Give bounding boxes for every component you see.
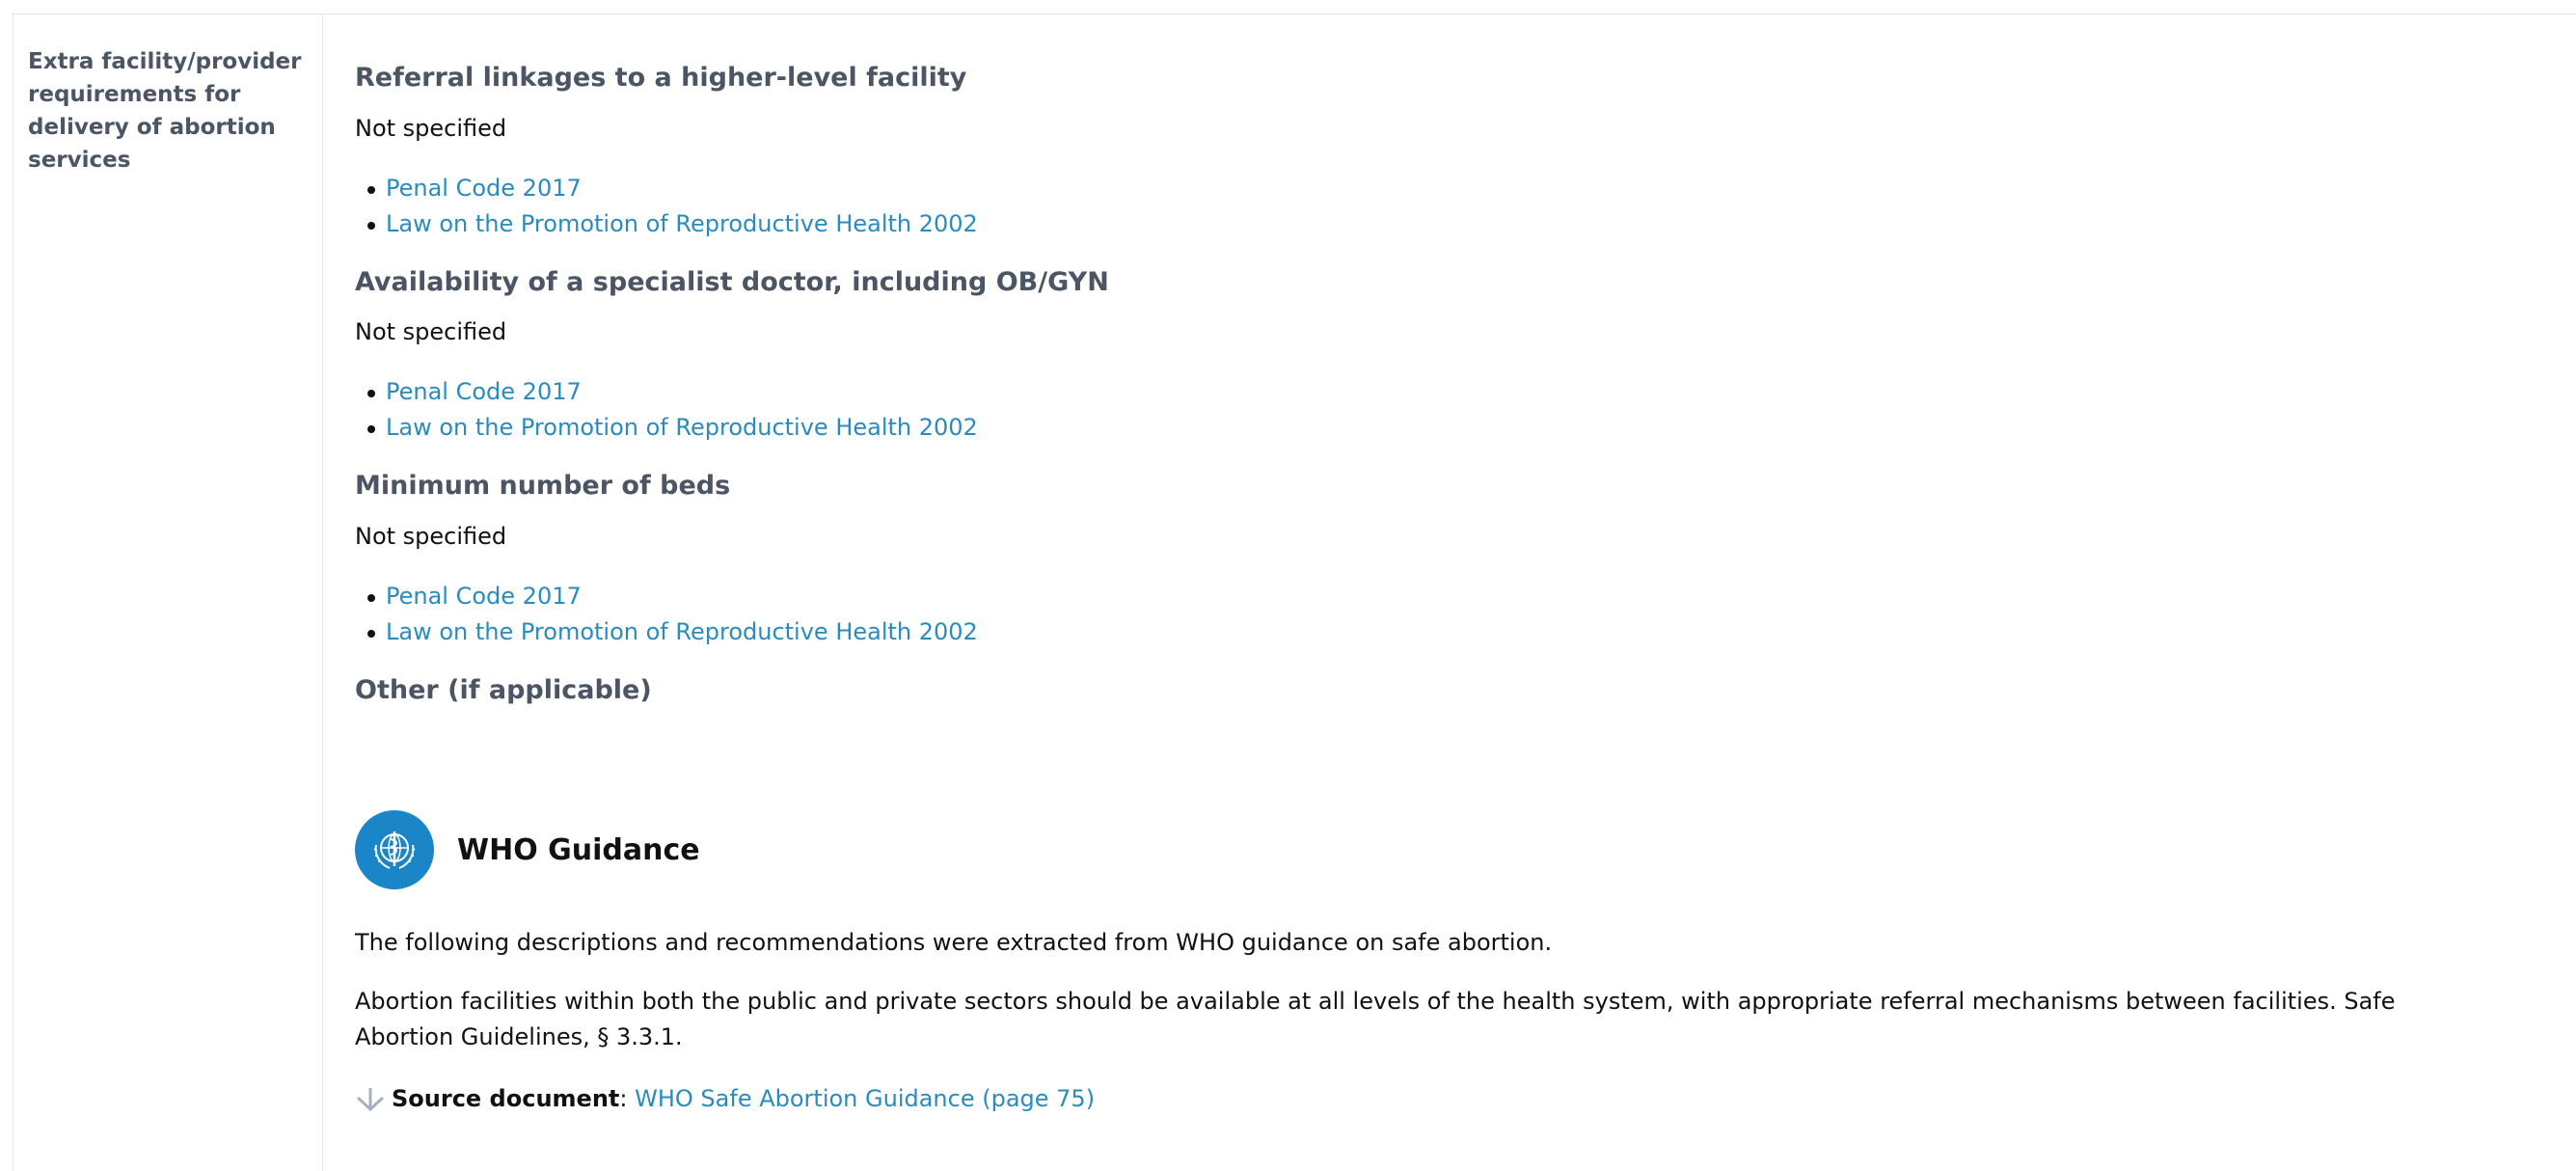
arrow-down-icon [356,1088,385,1111]
who-body-text: Abortion facilities within both the publ… [355,988,2396,1050]
reference-link[interactable]: Law on the Promotion of Reproductive Hea… [386,210,978,237]
reference-link[interactable]: Penal Code 2017 [386,378,582,405]
section-heading-beds: Minimum number of beds [355,471,731,501]
who-logo-icon [355,810,434,889]
list-item: Penal Code 2017 [367,374,978,410]
section-heading-specialist: Availability of a specialist doctor, inc… [355,267,1109,297]
section-value: Not specified [355,115,507,142]
list-item: Law on the Promotion of Reproductive Hea… [367,206,978,242]
reference-link[interactable]: Law on the Promotion of Reproductive Hea… [386,618,978,645]
section-heading-other: Other (if applicable) [355,675,652,705]
reference-list: Penal Code 2017 Law on the Promotion of … [355,374,978,446]
who-intro-text: The following descriptions and recommend… [355,929,1553,956]
list-item: Penal Code 2017 [367,579,978,614]
reference-link[interactable]: Penal Code 2017 [386,175,582,202]
source-document-label: Source document [392,1085,620,1112]
section-value: Not specified [355,318,507,345]
source-document-link[interactable]: WHO Safe Abortion Guidance (page 75) [635,1082,1095,1115]
who-guidance-title: WHO Guidance [457,832,700,867]
reference-list: Penal Code 2017 Law on the Promotion of … [355,171,978,242]
section-value: Not specified [355,523,507,550]
reference-link[interactable]: Penal Code 2017 [386,583,582,610]
list-item: Law on the Promotion of Reproductive Hea… [367,410,978,446]
source-separator: : [619,1085,628,1112]
source-document-line: Source document: WHO Safe Abortion Guida… [355,1082,1095,1115]
row-label: Extra facility/provider requirements for… [28,49,302,173]
reference-link[interactable]: Law on the Promotion of Reproductive Hea… [386,414,978,441]
section-heading-referral: Referral linkages to a higher-level faci… [355,63,967,93]
list-item: Law on the Promotion of Reproductive Hea… [367,614,978,650]
list-item: Penal Code 2017 [367,171,978,206]
row-label-cell: Extra facility/provider requirements for… [14,14,323,1171]
reference-list: Penal Code 2017 Law on the Promotion of … [355,579,978,650]
who-guidance-header: WHO Guidance [355,810,700,889]
who-emblem-icon [373,831,416,869]
